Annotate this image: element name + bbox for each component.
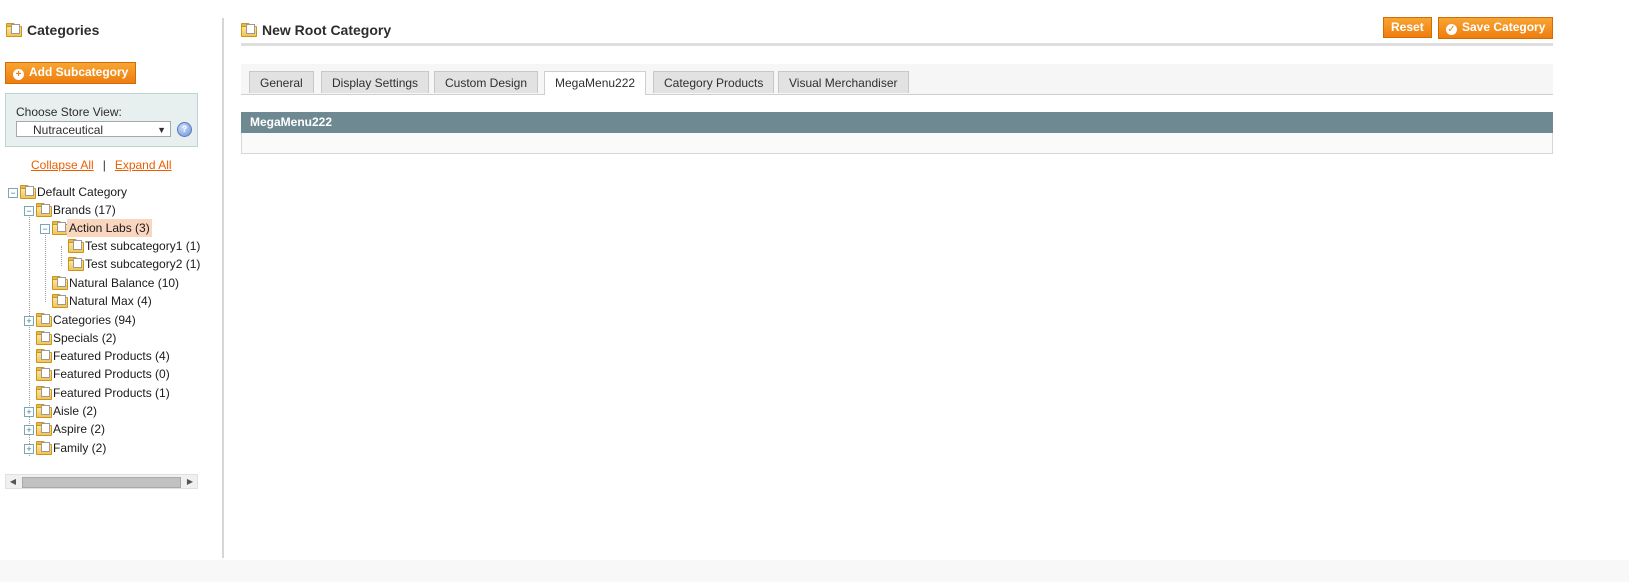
folder-icon bbox=[36, 203, 52, 217]
tree-node-label[interactable]: Default Category bbox=[35, 183, 129, 201]
page-title: New Root Category bbox=[241, 22, 391, 38]
sidebar-title-text: Categories bbox=[27, 22, 100, 38]
folder-icon bbox=[6, 23, 22, 38]
add-subcategory-label: Add Subcategory bbox=[29, 65, 129, 79]
save-category-label: Save Category bbox=[1462, 20, 1546, 34]
collapse-toggle-icon[interactable]: − bbox=[40, 224, 50, 234]
folder-icon bbox=[36, 422, 52, 436]
folder-icon bbox=[36, 349, 52, 363]
reset-label: Reset bbox=[1391, 20, 1424, 34]
tree-node-label[interactable]: Family (2) bbox=[51, 439, 108, 457]
sidebar-title: Categories bbox=[6, 22, 99, 38]
folder-icon bbox=[20, 185, 36, 199]
folder-icon bbox=[36, 441, 52, 455]
folder-icon bbox=[36, 367, 52, 381]
tree-node-label[interactable]: Featured Products (1) bbox=[51, 384, 172, 402]
tree-node-label[interactable]: Natural Max (4) bbox=[67, 292, 154, 310]
folder-icon bbox=[241, 23, 257, 38]
plus-circle-icon: + bbox=[13, 69, 24, 80]
folder-icon bbox=[52, 221, 68, 235]
scroll-right-arrow-icon[interactable]: ▶ bbox=[183, 475, 197, 488]
tree-node-label[interactable]: Specials (2) bbox=[51, 329, 118, 347]
tab-display-settings[interactable]: Display Settings bbox=[321, 71, 430, 93]
tab-bar: General Display Settings Custom Design M… bbox=[241, 64, 1553, 95]
footer-strip bbox=[0, 560, 1629, 582]
reset-button[interactable]: Reset bbox=[1383, 17, 1432, 38]
expand-toggle-icon[interactable]: + bbox=[24, 425, 34, 435]
folder-icon bbox=[36, 331, 52, 345]
tree-node-label[interactable]: Natural Balance (10) bbox=[67, 274, 181, 292]
tab-general[interactable]: General bbox=[249, 71, 314, 93]
folder-icon bbox=[36, 313, 52, 327]
expand-toggle-icon[interactable]: + bbox=[24, 444, 34, 454]
sidebar-divider bbox=[222, 18, 224, 558]
tree-node-label[interactable]: Action Labs (3) bbox=[67, 219, 152, 237]
folder-icon bbox=[52, 294, 68, 308]
folder-icon bbox=[68, 239, 84, 253]
help-icon[interactable]: ? bbox=[177, 122, 192, 137]
tab-visual-merchandiser[interactable]: Visual Merchandiser bbox=[778, 71, 909, 93]
collapse-toggle-icon[interactable]: − bbox=[8, 188, 18, 198]
dropdown-arrow-icon: ▼ bbox=[157, 125, 166, 135]
folder-icon bbox=[36, 404, 52, 418]
folder-icon bbox=[52, 276, 68, 290]
tree-node-label[interactable]: Test subcategory2 (1) bbox=[83, 255, 202, 273]
expand-toggle-icon[interactable]: + bbox=[24, 407, 34, 417]
collapse-all-link[interactable]: Collapse All bbox=[31, 158, 94, 172]
folder-icon bbox=[68, 257, 84, 271]
save-category-button[interactable]: ✓ Save Category bbox=[1438, 17, 1554, 39]
page-title-text: New Root Category bbox=[262, 22, 392, 38]
tree-node-label[interactable]: Featured Products (4) bbox=[51, 347, 172, 365]
store-view-panel: Choose Store View: Nutraceutical ▼ ? bbox=[5, 93, 198, 147]
store-view-value: Nutraceutical bbox=[33, 123, 104, 137]
expand-toggle-icon[interactable]: + bbox=[24, 316, 34, 326]
tree-horizontal-scrollbar[interactable]: ◀ ▶ bbox=[5, 474, 198, 489]
tree-node-label[interactable]: Test subcategory1 (1) bbox=[83, 237, 202, 255]
tree-node-label[interactable]: Brands (17) bbox=[51, 201, 118, 219]
tree-controls: Collapse All | Expand All bbox=[31, 158, 172, 172]
collapse-toggle-icon[interactable]: − bbox=[24, 206, 34, 216]
tab-custom-design[interactable]: Custom Design bbox=[434, 71, 539, 93]
store-view-label: Choose Store View: bbox=[16, 105, 122, 119]
expand-all-link[interactable]: Expand All bbox=[115, 158, 172, 172]
tree-node-label[interactable]: Aspire (2) bbox=[51, 420, 107, 438]
tab-megamenu222[interactable]: MegaMenu222 bbox=[544, 71, 647, 95]
store-view-select[interactable]: Nutraceutical ▼ bbox=[16, 121, 171, 137]
title-divider bbox=[241, 43, 1553, 46]
category-sidebar: Categories + Add Subcategory Choose Store… bbox=[0, 0, 222, 560]
check-circle-icon: ✓ bbox=[1446, 24, 1457, 35]
scrollbar-thumb[interactable] bbox=[22, 477, 181, 488]
section-body bbox=[241, 133, 1553, 154]
scroll-left-arrow-icon[interactable]: ◀ bbox=[6, 475, 20, 488]
folder-icon bbox=[36, 386, 52, 400]
tab-category-products[interactable]: Category Products bbox=[653, 71, 775, 93]
link-separator: | bbox=[102, 158, 106, 172]
section-header: MegaMenu222 bbox=[241, 112, 1553, 133]
add-subcategory-button[interactable]: + Add Subcategory bbox=[5, 62, 137, 84]
tree-node-label[interactable]: Featured Products (0) bbox=[51, 365, 172, 383]
tree-node-label[interactable]: Categories (94) bbox=[51, 311, 138, 329]
tree-node-label[interactable]: Aisle (2) bbox=[51, 402, 99, 420]
